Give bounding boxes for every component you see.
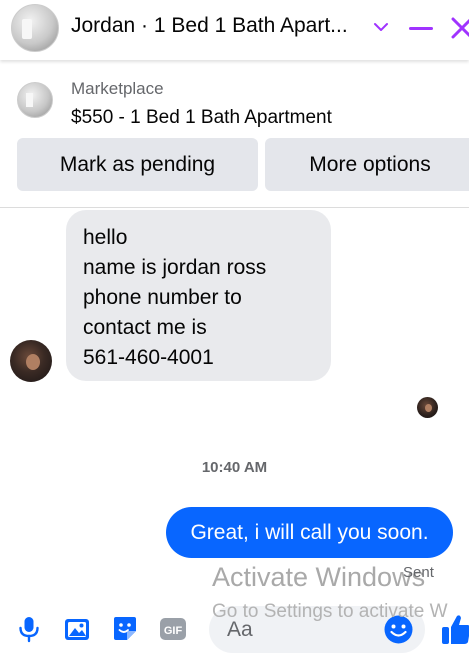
minimize-icon[interactable] — [409, 27, 433, 30]
listing-title[interactable]: $550 - 1 Bed 1 Bath Apartment — [71, 107, 332, 129]
outgoing-message-bubble[interactable]: Great, i will call you soon. — [166, 507, 453, 558]
message-line: phone number to — [83, 286, 242, 309]
message-timestamp: 10:40 AM — [201, 459, 268, 476]
chat-header: Jordan · 1 Bed 1 Bath Apart... — [0, 0, 469, 60]
activate-windows-watermark: Activate Windows — [212, 562, 426, 592]
message-line: name is jordan ross — [83, 256, 267, 279]
mark-as-pending-button[interactable]: Mark as pending — [17, 138, 258, 191]
sticker-icon[interactable] — [110, 614, 140, 644]
chevron-down-icon[interactable] — [372, 18, 390, 36]
svg-text:GIF: GIF — [164, 625, 183, 637]
activate-windows-hint: Go to Settings to activate W — [212, 601, 448, 622]
message-line: hello — [83, 226, 128, 249]
sent-status: Sent — [403, 564, 434, 581]
sender-avatar[interactable] — [10, 340, 52, 382]
marketplace-thumbnail[interactable] — [17, 82, 53, 118]
close-icon[interactable] — [450, 14, 469, 42]
marketplace-card: Marketplace $550 - 1 Bed 1 Bath Apartmen… — [0, 62, 469, 208]
marketplace-label: Marketplace — [71, 79, 164, 98]
more-options-button[interactable]: More options — [265, 138, 469, 191]
chat-title[interactable]: Jordan · 1 Bed 1 Bath Apart... — [71, 14, 367, 38]
seen-indicator-avatar — [417, 397, 438, 418]
microphone-icon[interactable] — [14, 614, 44, 644]
photo-icon[interactable] — [62, 614, 92, 644]
gif-icon[interactable]: GIF — [158, 614, 188, 644]
message-line: contact me is — [83, 316, 207, 339]
listing-thumbnail[interactable] — [11, 4, 59, 52]
message-line: 561-460-4001 — [83, 346, 214, 369]
incoming-message-bubble[interactable]: hello name is jordan ross phone number t… — [66, 210, 331, 381]
